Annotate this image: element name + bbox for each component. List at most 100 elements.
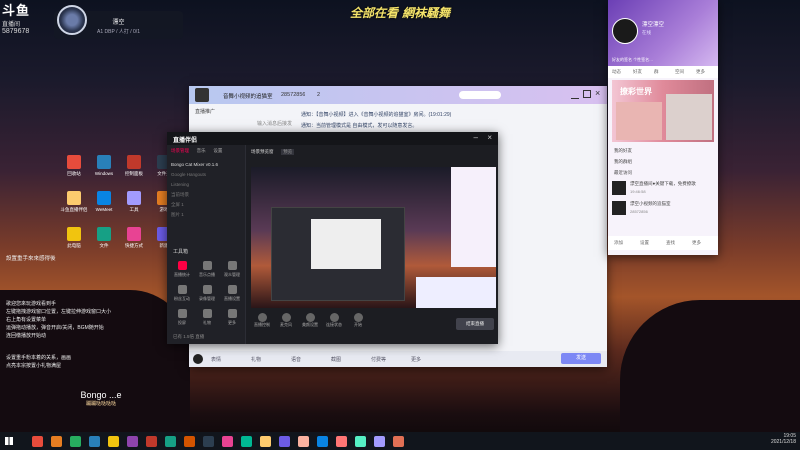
desktop-icon[interactable]: 控制面板	[120, 155, 148, 177]
taskbar-app-icon[interactable]	[355, 435, 366, 447]
close-icon[interactable]: ×	[487, 133, 492, 142]
preview-tabs: 场景预览窗 预览	[251, 149, 300, 155]
source-item[interactable]: Bongo Cat Mixer v0.1.6	[171, 160, 243, 170]
taskbar-app-icon[interactable]	[203, 435, 214, 447]
source-item[interactable]: 图片 1	[171, 210, 243, 220]
taskbar-app-icon[interactable]	[393, 435, 404, 447]
taskbar-app-icon[interactable]	[146, 435, 157, 447]
chat-input-avatar	[193, 354, 203, 364]
source-item[interactable]: Google Hangouts	[171, 170, 243, 180]
profile-footer-item[interactable]: 设置	[640, 240, 649, 246]
promo-banner[interactable]: 撩彩世界	[612, 80, 714, 142]
control-button[interactable]: 直播控制	[251, 313, 273, 328]
send-button[interactable]: 发送	[561, 353, 601, 364]
tab-scene-preview[interactable]: 场景预览窗	[251, 149, 274, 155]
taskbar-app-icon[interactable]	[51, 435, 62, 447]
tool-button[interactable]: 投屏	[170, 309, 194, 326]
taskbar-app-icon[interactable]	[165, 435, 176, 447]
taskbar-app-icon[interactable]	[70, 435, 81, 447]
chat-tool[interactable]: 截图	[331, 356, 341, 363]
preview-canvas[interactable]	[251, 167, 496, 308]
windows-icon	[5, 437, 13, 445]
source-item[interactable]: Listening	[171, 180, 243, 190]
taskbar-app-icon[interactable]	[89, 435, 100, 447]
clock-date[interactable]: 2021/12/18	[756, 439, 796, 445]
control-label: 美颜设置	[302, 322, 318, 327]
taskbar-app-icon[interactable]	[184, 435, 195, 447]
taskbar-app-icon[interactable]	[222, 435, 233, 447]
tool-button[interactable]: 更多	[220, 309, 244, 326]
taskbar-app-icon[interactable]	[108, 435, 119, 447]
maximize-icon[interactable]	[583, 90, 591, 98]
app-icon	[127, 227, 141, 241]
source-item[interactable]: 全屏 1	[171, 200, 243, 210]
profile-nav-item[interactable]: 动态	[612, 69, 621, 75]
profile-nav-item[interactable]: 群	[654, 69, 659, 75]
taskbar-app-icon[interactable]	[298, 435, 309, 447]
tool-icon	[177, 285, 187, 294]
desktop-icon[interactable]: 回收站	[60, 155, 88, 177]
tab-preview[interactable]: 预览	[281, 149, 295, 155]
desktop-icon[interactable]: 此电脑	[60, 227, 88, 249]
taskbar-app-icon[interactable]	[279, 435, 290, 447]
chat-tool[interactable]: 礼物	[251, 356, 261, 363]
chat-room-id: 28572856	[281, 92, 306, 98]
taskbar-app-icon[interactable]	[317, 435, 328, 447]
taskbar-app-icon[interactable]	[127, 435, 138, 447]
tool-button[interactable]: 直播统计	[170, 261, 194, 278]
streamer-app[interactable]: 直播伴侣 × – 场景管理 音乐 设置 Bongo Cat Mixer v0.1…	[167, 132, 498, 344]
taskbar-app-icon[interactable]	[336, 435, 347, 447]
taskbar-app-icon[interactable]	[32, 435, 43, 447]
profile-list-item[interactable]: 我的群组	[612, 157, 714, 168]
tool-button[interactable]: 录像管理	[195, 285, 219, 302]
profile-panel[interactable]: 漂空漂空 在线 好友的签名 个性签名… 动态 好友群空间 更多 撩彩世界 我的好友我…	[608, 0, 718, 255]
tool-button[interactable]: 音乐点播	[195, 261, 219, 278]
profile-nav-item[interactable]: 更多	[696, 69, 705, 75]
profile-footer-item[interactable]: 添加	[614, 240, 623, 246]
desktop-icon[interactable]: 快捷方式	[120, 227, 148, 249]
control-button[interactable]: 连接状态	[323, 313, 345, 328]
profile-footer-item[interactable]: 更多	[692, 240, 701, 246]
desktop-icon[interactable]: Windows	[90, 155, 118, 176]
desktop-icon[interactable]: 文件	[90, 227, 118, 249]
start-button[interactable]	[0, 432, 18, 450]
music-widget[interactable]: 漂空 A1 DBP / 人打 / 0/1	[54, 5, 183, 39]
desktop-icon[interactable]: WeMeet	[90, 191, 118, 212]
tool-button[interactable]: 直播设置	[220, 285, 244, 302]
source-item[interactable]: 当前场景	[171, 190, 243, 200]
profile-list-item[interactable]: 我的好友	[612, 146, 714, 157]
profile-nav-item[interactable]: 空间	[675, 69, 684, 75]
end-stream-button[interactable]: 结束直播	[456, 318, 494, 330]
profile-list-item[interactable]: 最近访问	[612, 168, 714, 179]
close-icon[interactable]: ×	[595, 88, 600, 98]
music-subtitle: A1 DBP / 人打 / 0/1	[97, 29, 140, 35]
control-button[interactable]: 美颜设置	[299, 313, 321, 328]
tool-button[interactable]: 粉丝互动	[170, 285, 194, 302]
profile-list-item[interactable]: 漂空直播间●关键下载，免费撩歌 19:46:58	[612, 179, 714, 199]
profile-nav-item[interactable]: 好友	[633, 69, 642, 75]
tab-music[interactable]: 音乐	[197, 148, 206, 154]
chat-tool[interactable]: 更多	[411, 356, 421, 363]
profile-footer-item[interactable]: 查找	[666, 240, 675, 246]
tab-scene[interactable]: 场景管理	[171, 148, 189, 154]
chat-tool[interactable]: 付费等	[371, 356, 386, 363]
desktop-icon[interactable]: 工具	[120, 191, 148, 213]
control-button[interactable]: 麦克风	[275, 313, 297, 328]
desktop-icon[interactable]: 斗鱼直播伴侣	[60, 191, 88, 213]
chat-tool[interactable]: 语音	[291, 356, 301, 363]
chat-search-box[interactable]	[459, 91, 501, 99]
tool-button[interactable]: 观众管理	[220, 261, 244, 278]
minimize-icon[interactable]: –	[474, 133, 478, 142]
minimize-icon[interactable]	[571, 90, 579, 99]
profile-avatar[interactable]	[612, 18, 638, 44]
taskbar-app-icon[interactable]	[241, 435, 252, 447]
tool-button[interactable]: 礼物	[195, 309, 219, 326]
list-item-name: 漂空小视频的追猫室	[630, 201, 671, 206]
tab-settings[interactable]: 设置	[213, 148, 222, 154]
profile-list-item[interactable]: 漂空小视频的追猫室 28572856	[612, 199, 714, 219]
taskbar-app-icon[interactable]	[374, 435, 385, 447]
chat-tool[interactable]: 表情	[211, 356, 221, 363]
taskbar-app-icon[interactable]	[260, 435, 271, 447]
control-button[interactable]: 开始	[347, 313, 369, 328]
tab-live-promo[interactable]: 直播推广	[195, 108, 215, 115]
